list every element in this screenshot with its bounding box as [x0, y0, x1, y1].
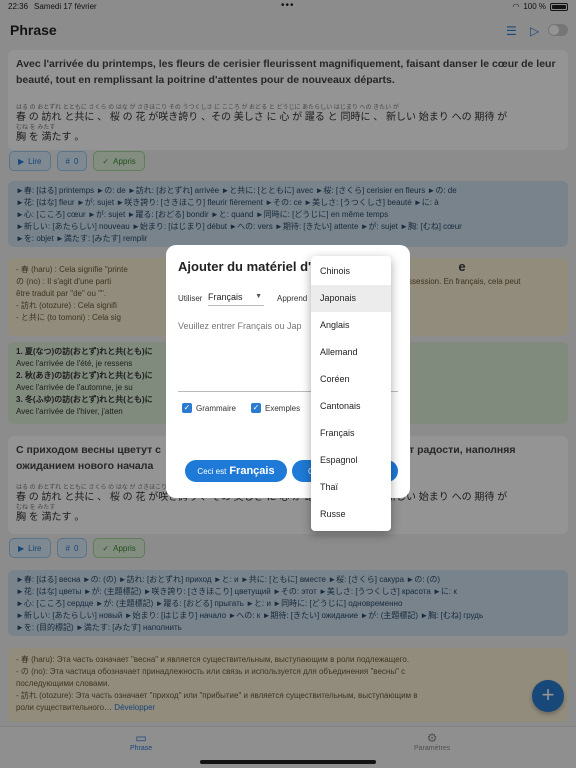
- material-input[interactable]: Veuillez entrer Français ou Jap: [178, 321, 302, 331]
- dropdown-option[interactable]: Espagnol: [311, 447, 391, 474]
- use-language-select[interactable]: Français ▼: [208, 292, 264, 306]
- grammar-checkbox-label: Grammaire: [196, 403, 237, 413]
- examples-checkbox[interactable]: ✓ Exemples: [251, 403, 300, 413]
- home-indicator: [200, 760, 376, 764]
- dropdown-option-selected[interactable]: Japonais: [311, 285, 391, 312]
- dialog-title-text: Ajouter du matériel d'a: [178, 259, 319, 274]
- grammar-checkbox[interactable]: ✓ Grammaire: [182, 403, 236, 413]
- dropdown-option[interactable]: Chinois: [311, 258, 391, 285]
- learn-language-label: Apprend: [277, 294, 308, 303]
- dropdown-option[interactable]: Coréen: [311, 366, 391, 393]
- dialog-title-tail: e: [458, 259, 466, 274]
- dropdown-option[interactable]: Allemand: [311, 339, 391, 366]
- dropdown-option[interactable]: Anglais: [311, 312, 391, 339]
- dropdown-option[interactable]: Français: [311, 420, 391, 447]
- dropdown-option[interactable]: Russe: [311, 501, 391, 528]
- checkbox-checked-icon: ✓: [251, 403, 261, 413]
- checkbox-checked-icon: ✓: [182, 403, 192, 413]
- this-is-label: Ceci est: [197, 466, 227, 476]
- caret-down-icon: ▼: [255, 293, 262, 300]
- dropdown-option[interactable]: Cantonais: [311, 393, 391, 420]
- use-language-label: Utiliser: [178, 294, 203, 303]
- examples-checkbox-label: Exemples: [265, 403, 301, 413]
- dropdown-option[interactable]: Thaï: [311, 474, 391, 501]
- this-is-language-button[interactable]: Ceci est Français: [185, 460, 287, 482]
- use-language-value: Français: [208, 292, 243, 302]
- this-is-language: Français: [229, 465, 275, 477]
- learn-language-dropdown: Chinois Japonais Anglais Allemand Coréen…: [311, 256, 391, 531]
